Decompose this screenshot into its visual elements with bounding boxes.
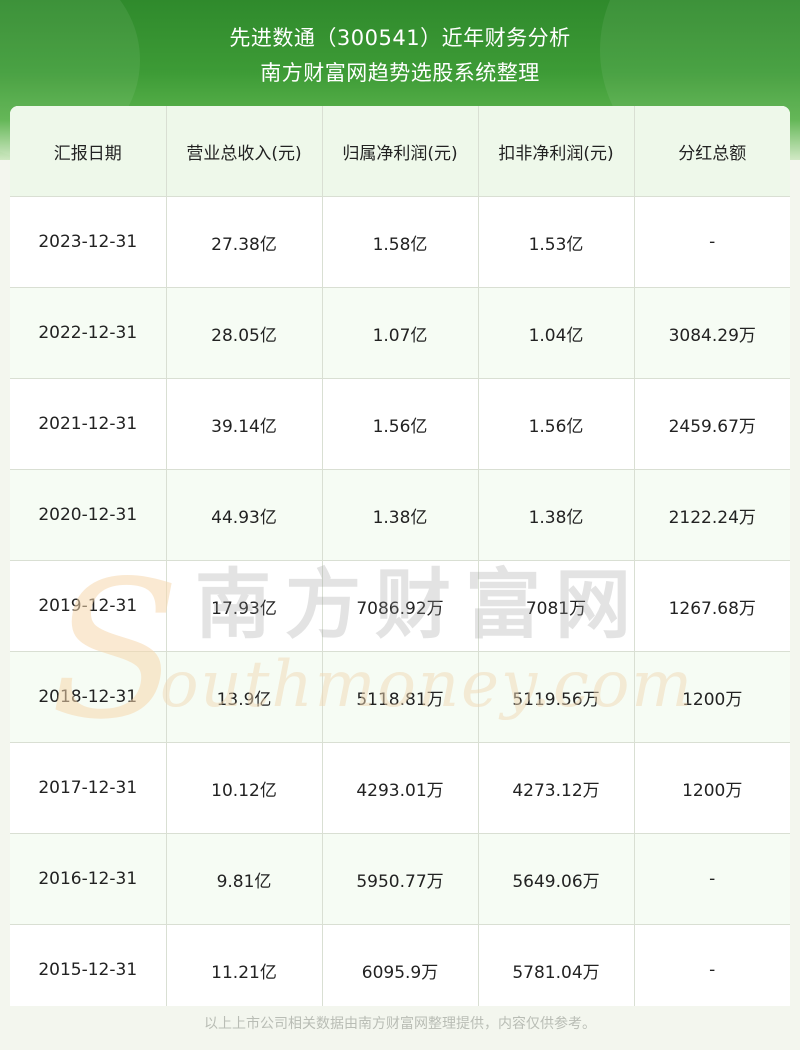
cell-deducted-profit: 1.38亿: [477, 469, 635, 561]
cell-net-profit: 5118.81万: [321, 651, 479, 743]
column-header-revenue: 营业总收入(元): [165, 106, 323, 197]
cell-deducted-profit: 1.56亿: [477, 378, 635, 470]
cell-date: 2015-12-31: [10, 924, 167, 1006]
cell-date: 2023-12-31: [10, 196, 167, 288]
cell-dividend: 2122.24万: [633, 469, 790, 561]
cell-revenue: 27.38亿: [165, 196, 323, 288]
cell-net-profit: 1.07亿: [321, 287, 479, 379]
cell-deducted-profit: 7081万: [477, 560, 635, 652]
cell-revenue: 9.81亿: [165, 833, 323, 925]
cell-deducted-profit: 1.53亿: [477, 196, 635, 288]
cell-dividend: 1200万: [633, 651, 790, 743]
table-row: 2022-12-31 28.05亿 1.07亿 1.04亿 3084.29万: [10, 287, 790, 379]
cell-net-profit: 6095.9万: [321, 924, 479, 1006]
cell-revenue: 17.93亿: [165, 560, 323, 652]
cell-dividend: 3084.29万: [633, 287, 790, 379]
cell-net-profit: 1.38亿: [321, 469, 479, 561]
cell-deducted-profit: 4273.12万: [477, 742, 635, 834]
financial-table: 汇报日期 营业总收入(元) 归属净利润(元) 扣非净利润(元) 分红总额 202…: [10, 106, 790, 1006]
cell-date: 2020-12-31: [10, 469, 167, 561]
cell-date: 2017-12-31: [10, 742, 167, 834]
cell-deducted-profit: 5781.04万: [477, 924, 635, 1006]
financial-table-card: 汇报日期 营业总收入(元) 归属净利润(元) 扣非净利润(元) 分红总额 202…: [10, 106, 790, 1006]
column-header-dividend: 分红总额: [633, 106, 790, 197]
table-row: 2017-12-31 10.12亿 4293.01万 4273.12万 1200…: [10, 742, 790, 834]
table-row: 2016-12-31 9.81亿 5950.77万 5649.06万 -: [10, 833, 790, 925]
cell-dividend: -: [633, 924, 790, 1006]
table-row: 2023-12-31 27.38亿 1.58亿 1.53亿 -: [10, 196, 790, 288]
table-row: 2015-12-31 11.21亿 6095.9万 5781.04万 -: [10, 924, 790, 1006]
cell-dividend: -: [633, 196, 790, 288]
table-header-row: 汇报日期 营业总收入(元) 归属净利润(元) 扣非净利润(元) 分红总额: [10, 106, 790, 197]
cell-revenue: 39.14亿: [165, 378, 323, 470]
table-row: 2021-12-31 39.14亿 1.56亿 1.56亿 2459.67万: [10, 378, 790, 470]
cell-date: 2016-12-31: [10, 833, 167, 925]
cell-net-profit: 7086.92万: [321, 560, 479, 652]
cell-date: 2022-12-31: [10, 287, 167, 379]
cell-date: 2018-12-31: [10, 651, 167, 743]
cell-revenue: 11.21亿: [165, 924, 323, 1006]
cell-date: 2019-12-31: [10, 560, 167, 652]
table-row: 2020-12-31 44.93亿 1.38亿 1.38亿 2122.24万: [10, 469, 790, 561]
cell-dividend: 2459.67万: [633, 378, 790, 470]
page-title: 先进数通（300541）近年财务分析: [229, 26, 571, 50]
cell-dividend: 1200万: [633, 742, 790, 834]
cell-revenue: 10.12亿: [165, 742, 323, 834]
cell-dividend: -: [633, 833, 790, 925]
page-subtitle: 南方财富网趋势选股系统整理: [260, 61, 540, 85]
cell-dividend: 1267.68万: [633, 560, 790, 652]
cell-date: 2021-12-31: [10, 378, 167, 470]
cell-net-profit: 4293.01万: [321, 742, 479, 834]
table-row: 2018-12-31 13.9亿 5118.81万 5119.56万 1200万: [10, 651, 790, 743]
cell-deducted-profit: 5649.06万: [477, 833, 635, 925]
cell-net-profit: 1.58亿: [321, 196, 479, 288]
cell-net-profit: 1.56亿: [321, 378, 479, 470]
footer-note: 以上上市公司相关数据由南方财富网整理提供，内容仅供参考。: [204, 1016, 596, 1032]
cell-net-profit: 5950.77万: [321, 833, 479, 925]
cell-revenue: 13.9亿: [165, 651, 323, 743]
cell-revenue: 44.93亿: [165, 469, 323, 561]
cell-deducted-profit: 5119.56万: [477, 651, 635, 743]
cell-deducted-profit: 1.04亿: [477, 287, 635, 379]
table-row: 2019-12-31 17.93亿 7086.92万 7081万 1267.68…: [10, 560, 790, 652]
column-header-date: 汇报日期: [10, 106, 167, 197]
column-header-net-profit: 归属净利润(元): [321, 106, 479, 197]
column-header-deducted-profit: 扣非净利润(元): [477, 106, 635, 197]
cell-revenue: 28.05亿: [165, 287, 323, 379]
